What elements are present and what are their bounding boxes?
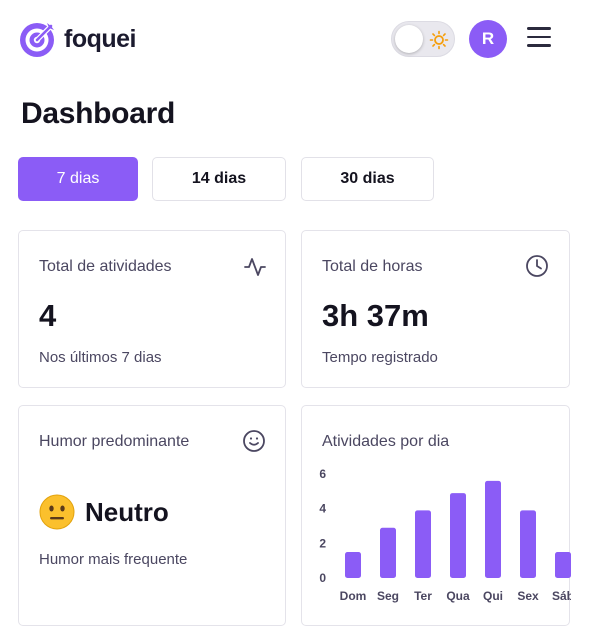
smile-icon (243, 430, 265, 452)
tab-30-dias[interactable]: 30 dias (301, 157, 434, 201)
x-tick-label: Seg (377, 589, 399, 603)
tab-7-dias[interactable]: 7 dias (18, 157, 138, 201)
app-logo[interactable]: foquei (18, 19, 137, 59)
app-header: foquei R (0, 0, 590, 80)
humor-predominante-card: Humor predominante Neutro Humor mais fre… (18, 405, 286, 626)
bar-qui[interactable] (485, 480, 501, 578)
dashboard-page: foquei R Dashboard 7 dias 14 dias 30 dia… (0, 0, 590, 644)
clock-icon (526, 255, 548, 277)
mood-row: Neutro (39, 494, 169, 530)
x-tick-label: Qua (446, 589, 470, 603)
bar-qua[interactable] (450, 493, 466, 578)
toggle-knob (395, 25, 423, 53)
bar-dom[interactable] (345, 552, 361, 578)
x-tick-label: Sex (517, 589, 539, 603)
y-tick-label: 4 (319, 502, 326, 516)
bar-ter[interactable] (415, 510, 431, 578)
card-value: 4 (39, 298, 57, 333)
card-title: Humor predominante (39, 433, 190, 450)
theme-toggle[interactable] (391, 21, 455, 57)
x-tick-label: Qui (483, 589, 503, 603)
bar-seg[interactable] (380, 527, 396, 578)
user-avatar[interactable]: R (469, 20, 507, 58)
card-subtitle: Tempo registrado (322, 349, 438, 366)
total-horas-card: Total de horas 3h 37m Tempo registrado (301, 230, 570, 388)
mood-value: Neutro (85, 496, 169, 527)
app-name: foquei (64, 24, 137, 53)
bar-sáb[interactable] (555, 552, 571, 578)
card-title: Total de atividades (39, 258, 172, 275)
hamburger-menu-icon[interactable] (527, 27, 551, 49)
y-tick-label: 2 (319, 536, 326, 550)
page-title: Dashboard (21, 97, 175, 130)
y-tick-label: 0 (319, 571, 326, 585)
activity-pulse-icon (244, 258, 266, 276)
card-value: 3h 37m (322, 298, 429, 333)
tab-14-dias[interactable]: 14 dias (152, 157, 286, 201)
y-tick-label: 6 (319, 467, 326, 481)
card-subtitle: Humor mais frequente (39, 551, 188, 568)
card-subtitle: Nos últimos 7 dias (39, 349, 162, 366)
bar-sex[interactable] (520, 510, 536, 578)
total-atividades-card: Total de atividades 4 Nos últimos 7 dias (18, 230, 286, 388)
bar-chart: 0 2 4 6 Dom Seg Ter Qua Qui Sex Sáb (319, 467, 571, 603)
x-tick-label: Sáb (552, 589, 571, 603)
neutral-face-icon (39, 494, 75, 530)
atividades-por-dia-card: Atividades por dia 0 2 4 6 Dom Seg Ter Qua Qui Se… (301, 405, 571, 626)
sun-icon (429, 30, 449, 50)
card-title: Total de horas (322, 258, 423, 275)
x-tick-label: Dom (340, 589, 367, 603)
x-tick-label: Ter (414, 589, 432, 603)
target-logo-icon (20, 23, 54, 57)
